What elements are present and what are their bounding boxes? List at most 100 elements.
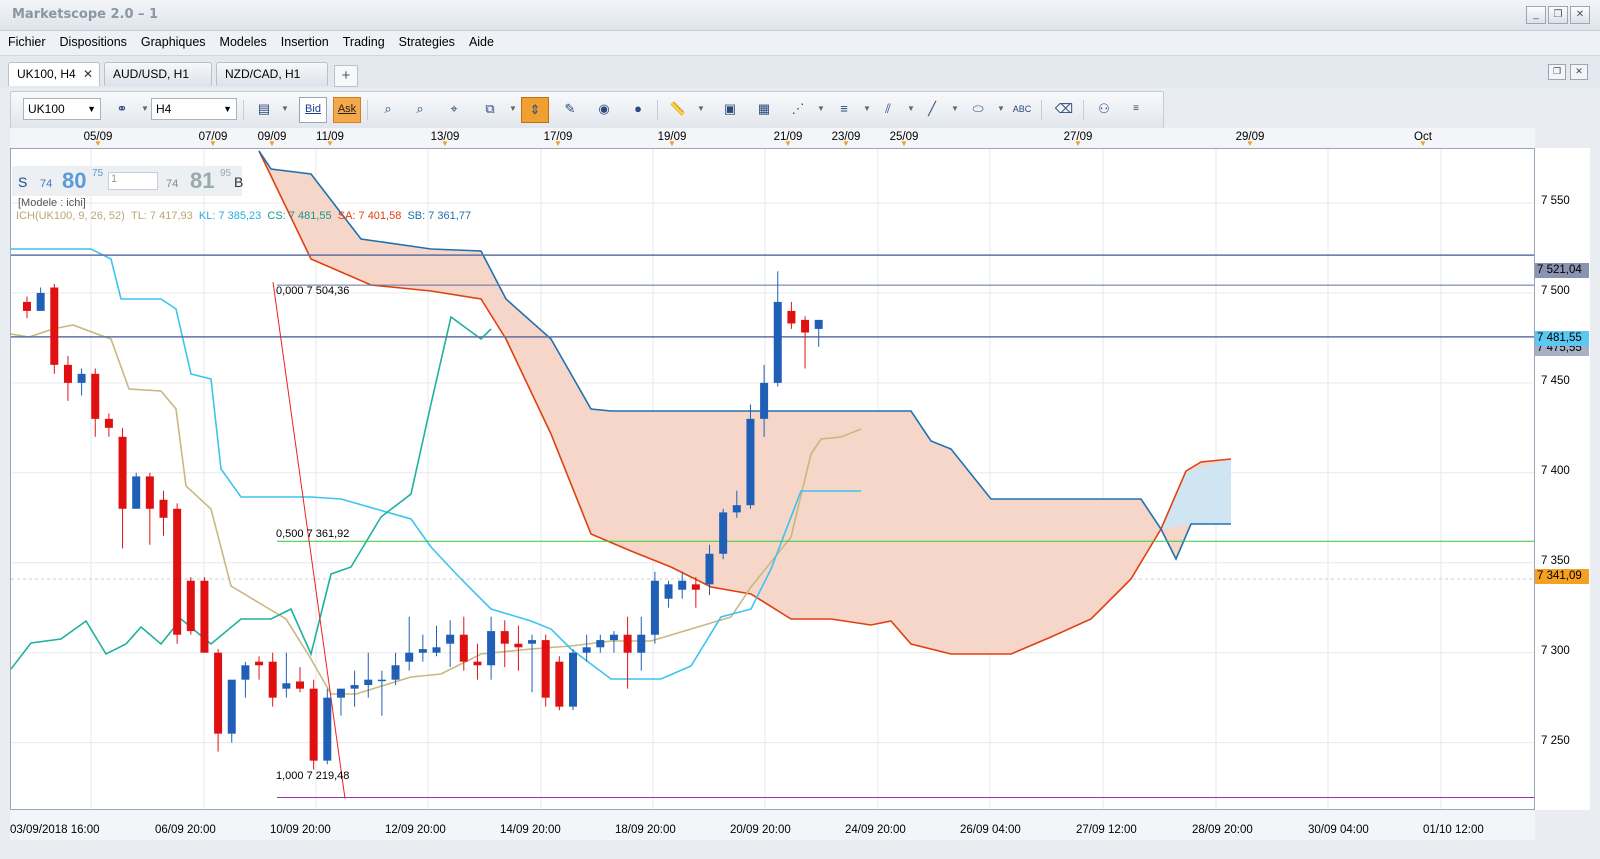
date-marker-icon[interactable]: ▼ bbox=[268, 139, 276, 148]
zoom-out-icon[interactable]: ⌕ bbox=[407, 97, 433, 121]
add-tab-button[interactable]: + bbox=[334, 65, 358, 87]
candle-body bbox=[514, 643, 523, 648]
quote-panel: S 74 80 75 1 74 81 95 B bbox=[12, 166, 243, 196]
menu-modeles[interactable]: Modeles bbox=[212, 31, 273, 49]
price-plot[interactable] bbox=[10, 148, 1535, 810]
candle-body bbox=[104, 418, 113, 428]
restore-icon[interactable]: ❐ bbox=[1548, 6, 1568, 24]
date-marker-icon[interactable]: ▼ bbox=[326, 139, 334, 148]
zoom-area-icon[interactable]: ⧉ bbox=[477, 97, 503, 121]
tab-uk100[interactable]: UK100, H4 ✕ bbox=[8, 62, 100, 86]
eraser-icon[interactable]: ⌫ bbox=[1051, 97, 1077, 121]
candle-body bbox=[118, 436, 127, 509]
candle-body bbox=[473, 661, 482, 666]
chevron-down-icon: ▼ bbox=[223, 104, 232, 114]
close-tab-icon[interactable]: ✕ bbox=[83, 63, 93, 85]
price-box-orange: 7 341,09 bbox=[1535, 569, 1589, 584]
date-marker-icon[interactable]: ▼ bbox=[900, 139, 908, 148]
link-icon[interactable]: ⚭ bbox=[109, 97, 135, 121]
model-label: [Modele : ichi] bbox=[18, 197, 86, 209]
date-marker-icon[interactable]: ▼ bbox=[842, 139, 850, 148]
date-marker-icon[interactable]: ▼ bbox=[209, 139, 217, 148]
ellipse-tool-icon[interactable]: ⬭ bbox=[965, 97, 991, 121]
instrument-select[interactable]: UK100 ▼ bbox=[23, 98, 101, 120]
candle-body bbox=[787, 310, 796, 324]
bottom-date-label: 06/09 20:00 bbox=[155, 824, 216, 836]
candlestick-chart[interactable] bbox=[11, 149, 1535, 810]
sell-price-big[interactable]: 80 bbox=[62, 168, 86, 194]
date-marker-icon[interactable]: ▼ bbox=[441, 139, 449, 148]
properties-icon[interactable]: ✎ bbox=[557, 97, 583, 121]
crosshair-zoom-icon[interactable]: ⌖ bbox=[441, 97, 467, 121]
candle-body bbox=[773, 301, 782, 383]
chevron-down-icon[interactable]: ▼ bbox=[997, 97, 1005, 121]
visibility-icon[interactable]: ◉ bbox=[591, 97, 617, 121]
sell-label[interactable]: S bbox=[18, 174, 27, 190]
amount-field[interactable]: 1 bbox=[108, 172, 158, 190]
buy-label[interactable]: B bbox=[234, 174, 243, 190]
chevron-down-icon[interactable]: ▼ bbox=[907, 97, 915, 121]
window-title: Marketscope 2.0 – 1 bbox=[12, 7, 159, 22]
zoom-in-icon[interactable]: ⌕ bbox=[375, 97, 401, 121]
timeframe-select[interactable]: H4 ▼ bbox=[151, 98, 237, 120]
close-icon[interactable]: ✕ bbox=[1570, 6, 1590, 24]
text-tool-icon[interactable]: ABC bbox=[1009, 97, 1035, 121]
candle-body bbox=[814, 319, 823, 329]
ichimoku-cloud-future bbox=[1161, 459, 1231, 529]
ask-button[interactable]: Ask bbox=[333, 97, 361, 123]
bid-button[interactable]: Bid bbox=[299, 97, 327, 123]
chevron-down-icon[interactable]: ▼ bbox=[281, 97, 289, 121]
date-marker-icon[interactable]: ▼ bbox=[1419, 139, 1427, 148]
candle-body bbox=[255, 661, 264, 666]
fibonacci-icon[interactable]: ⫽ bbox=[875, 97, 901, 121]
save-layout-icon[interactable]: ▦ bbox=[751, 97, 777, 121]
menu-aide[interactable]: Aide bbox=[461, 31, 500, 49]
menu-insertion[interactable]: Insertion bbox=[273, 31, 335, 49]
buy-price-big[interactable]: 81 bbox=[190, 168, 214, 194]
chevron-down-icon[interactable]: ▼ bbox=[817, 97, 825, 121]
image-icon[interactable]: ▣ bbox=[717, 97, 743, 121]
tab-nzdcad[interactable]: NZD/CAD, H1 bbox=[216, 62, 328, 86]
horizontal-lines-icon[interactable]: ≡ bbox=[831, 97, 857, 121]
menu-fichier[interactable]: Fichier bbox=[0, 31, 52, 49]
menu-strategies[interactable]: Strategies bbox=[391, 31, 461, 49]
globe-icon[interactable]: ● bbox=[625, 97, 651, 121]
chevron-down-icon[interactable]: ▼ bbox=[509, 97, 517, 121]
date-marker-icon[interactable]: ▼ bbox=[554, 139, 562, 148]
date-marker-icon[interactable]: ▼ bbox=[784, 139, 792, 148]
close-chart-icon[interactable]: ✕ bbox=[1570, 64, 1588, 80]
date-marker-icon[interactable]: ▼ bbox=[668, 139, 676, 148]
date-marker-icon[interactable]: ▼ bbox=[1246, 139, 1254, 148]
date-marker-icon[interactable]: ▼ bbox=[1074, 139, 1082, 148]
minimize-icon[interactable]: _ bbox=[1526, 6, 1546, 24]
line-tool-icon[interactable]: ╱ bbox=[919, 97, 945, 121]
chevron-down-icon[interactable]: ▼ bbox=[141, 97, 149, 121]
candle-body bbox=[528, 640, 537, 644]
trendline-tools-icon[interactable]: ⋰ bbox=[785, 97, 811, 121]
menu-dispositions[interactable]: Dispositions bbox=[52, 31, 133, 49]
candle-body bbox=[446, 634, 455, 644]
candle-body bbox=[145, 476, 154, 509]
ruler-icon[interactable]: 📏 bbox=[665, 97, 691, 121]
sell-price-small: 74 bbox=[40, 178, 53, 190]
candle-body bbox=[241, 665, 250, 680]
toolbar-overflow-icon[interactable]: ≡ bbox=[1123, 97, 1149, 121]
menu-trading[interactable]: Trading bbox=[335, 31, 391, 49]
candle-body bbox=[364, 679, 373, 686]
tab-audusd[interactable]: AUD/USD, H1 bbox=[104, 62, 212, 86]
candle-body bbox=[760, 382, 769, 419]
hierarchy-icon[interactable]: ⚇ bbox=[1091, 97, 1117, 121]
chevron-down-icon[interactable]: ▼ bbox=[951, 97, 959, 121]
tab-label: UK100, H4 bbox=[17, 67, 76, 81]
restore-chart-icon[interactable]: ❐ bbox=[1548, 64, 1566, 80]
chevron-down-icon[interactable]: ▼ bbox=[863, 97, 871, 121]
bottom-date-label: 26/09 04:00 bbox=[960, 824, 1021, 836]
date-marker-icon[interactable]: ▼ bbox=[94, 139, 102, 148]
bottom-date-label: 24/09 20:00 bbox=[845, 824, 906, 836]
chevron-down-icon[interactable]: ▼ bbox=[697, 97, 705, 121]
title-bar: Marketscope 2.0 – 1 _ ❐ ✕ bbox=[0, 0, 1600, 31]
menu-graphiques[interactable]: Graphiques bbox=[133, 31, 212, 49]
chart-type-icon[interactable]: ▤ bbox=[251, 97, 277, 121]
auto-scale-icon[interactable]: ⇕ bbox=[521, 97, 549, 123]
candle-body bbox=[623, 634, 632, 653]
